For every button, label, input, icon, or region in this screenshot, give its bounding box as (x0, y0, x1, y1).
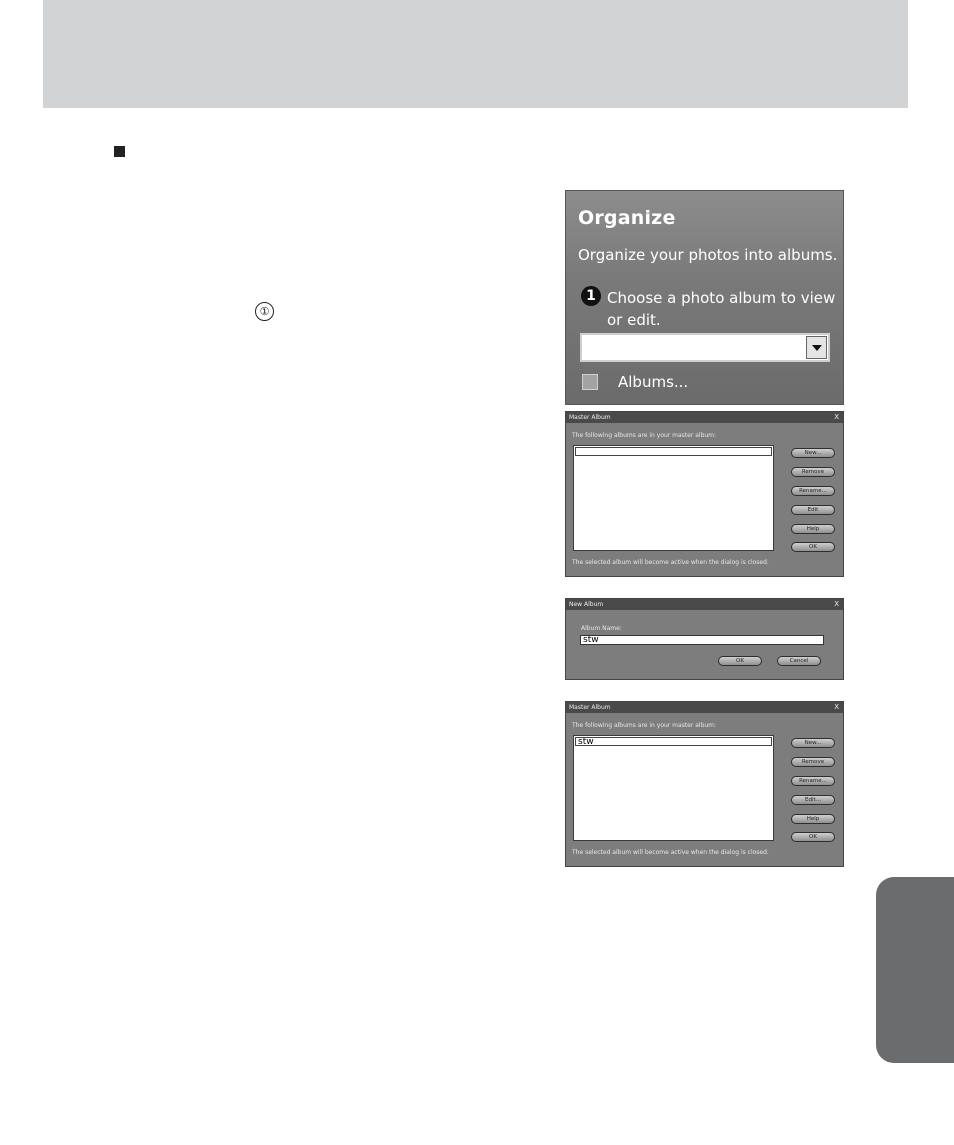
list-item[interactable] (575, 447, 772, 456)
dialog-title: Master Album (569, 704, 611, 711)
dialog-titlebar: Master Album (566, 702, 843, 713)
dialog-titlebar: New Album (566, 599, 843, 610)
master-album-dialog-filled: Master Album X The following albums are … (565, 701, 844, 867)
chevron-down-icon (812, 345, 822, 351)
new-album-dialog: New Album X Album Name: stw OK Cancel (565, 598, 844, 680)
dialog-caption: The following albums are in your master … (572, 432, 717, 439)
ok-button[interactable]: OK (791, 542, 835, 552)
dialog-title: Master Album (569, 414, 611, 421)
new-button[interactable]: New... (791, 448, 835, 458)
dialog-title: New Album (569, 601, 604, 608)
dialog-footer: The selected album will become active wh… (572, 559, 769, 566)
dialog-footer: The selected album will become active wh… (572, 849, 769, 856)
albums-icon[interactable] (582, 374, 598, 390)
master-album-dialog-empty: Master Album X The following albums are … (565, 411, 844, 577)
album-list[interactable]: stw (573, 735, 774, 841)
rename-button[interactable]: Rename... (791, 776, 835, 786)
remove-button[interactable]: Remove (791, 757, 835, 767)
close-icon[interactable]: X (834, 702, 839, 713)
edit-button[interactable]: Edit (791, 505, 835, 515)
organize-subtitle: Organize your photos into albums. (578, 246, 838, 264)
dialog-caption: The following albums are in your master … (572, 722, 717, 729)
step-text: Choose a photo album to view or edit. (607, 289, 836, 329)
remove-button[interactable]: Remove (791, 467, 835, 477)
organize-title: Organize (578, 207, 676, 229)
chapter-tab (876, 877, 954, 1063)
dialog-titlebar: Master Album (566, 412, 843, 423)
cancel-button[interactable]: Cancel (777, 656, 821, 666)
close-icon[interactable]: X (834, 599, 839, 610)
list-item[interactable]: stw (575, 737, 772, 747)
section-bullet (114, 146, 125, 157)
organize-panel: Organize Organize your photos into album… (565, 190, 844, 405)
header-band (43, 0, 908, 108)
album-name-input[interactable]: stw (580, 635, 824, 645)
new-button[interactable]: New... (791, 738, 835, 748)
help-button[interactable]: Help (791, 814, 835, 824)
step-number-icon: 1 (581, 286, 601, 306)
help-button[interactable]: Help (791, 524, 835, 534)
ok-button[interactable]: OK (791, 832, 835, 842)
album-name-label: Album Name: (581, 625, 622, 632)
rename-button[interactable]: Rename... (791, 486, 835, 496)
album-list[interactable] (573, 445, 774, 551)
dropdown-button[interactable] (806, 336, 827, 359)
step-marker: ① (255, 302, 274, 321)
albums-link[interactable]: Albums... (618, 373, 688, 391)
ok-button[interactable]: OK (718, 656, 762, 666)
album-select[interactable] (580, 333, 830, 362)
close-icon[interactable]: X (834, 412, 839, 423)
edit-button[interactable]: Edit... (791, 795, 835, 805)
